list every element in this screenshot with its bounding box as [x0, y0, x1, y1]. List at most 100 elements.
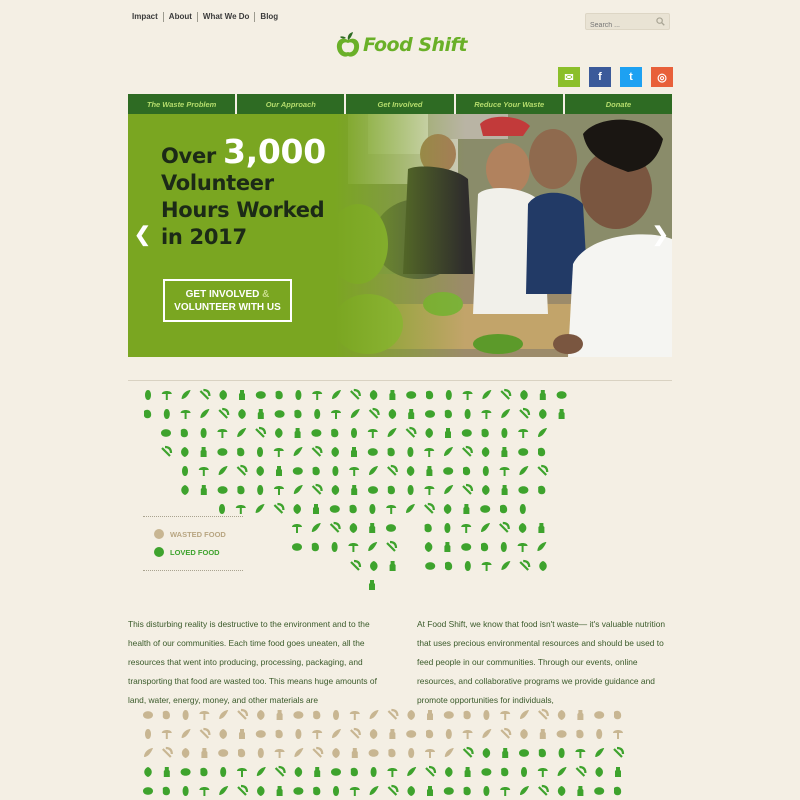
- food-icon: [257, 748, 264, 758]
- food-icon: [537, 768, 548, 777]
- food-icon: [332, 748, 340, 758]
- legend-loved: LOVED FOOD: [154, 547, 243, 557]
- food-icon: [293, 784, 304, 795]
- food-icon: [614, 786, 622, 796]
- food-icon: [257, 710, 265, 720]
- food-icon: [424, 486, 435, 495]
- food-icon: [218, 746, 229, 757]
- food-icon: [424, 502, 435, 514]
- food-icon: [199, 388, 211, 400]
- food-icon: [464, 561, 471, 571]
- food-icon: [331, 410, 341, 419]
- loved-dot-icon: [154, 547, 164, 557]
- food-icon: [595, 748, 605, 757]
- food-icon: [313, 710, 321, 720]
- food-icon: [481, 410, 492, 419]
- food-icon: [387, 428, 397, 437]
- food-icon: [461, 540, 472, 551]
- food-icon: [595, 767, 603, 777]
- food-icon: [276, 786, 283, 796]
- food-icon: [200, 767, 208, 777]
- food-icon: [239, 390, 245, 400]
- food-icon: [275, 390, 283, 400]
- food-icon: [200, 447, 207, 457]
- food-icon: [181, 748, 190, 758]
- food-icon: [163, 409, 170, 419]
- food-icon: [235, 505, 246, 514]
- food-icon: [480, 502, 491, 513]
- food-icon: [557, 767, 567, 776]
- food-icon: [614, 710, 622, 720]
- food-icon: [538, 523, 545, 533]
- food-icon: [499, 467, 510, 476]
- food-icon: [332, 390, 341, 399]
- food-icon: [425, 407, 435, 418]
- food-icon: [311, 426, 322, 437]
- food-icon: [200, 409, 210, 418]
- food-icon: [426, 729, 434, 739]
- food-icon: [481, 428, 489, 438]
- food-icon: [162, 746, 173, 758]
- food-icon: [181, 729, 191, 738]
- food-icon: [236, 464, 248, 476]
- food-icon: [520, 729, 528, 739]
- food-icon: [520, 786, 529, 795]
- food-icon: [519, 559, 531, 571]
- food-icon: [313, 786, 321, 796]
- legend-loved-label: LOVED FOOD: [170, 547, 220, 557]
- food-icon: [483, 786, 490, 796]
- food-icon: [351, 447, 357, 457]
- food-icon: [162, 786, 170, 796]
- food-icon: [162, 710, 170, 720]
- food-icon: [387, 784, 399, 796]
- food-icon: [273, 502, 285, 514]
- food-icon: [367, 429, 378, 438]
- food-icon: [463, 710, 471, 720]
- food-icon: [501, 767, 509, 777]
- food-icon: [519, 746, 529, 757]
- food-icon: [408, 748, 415, 758]
- food-icon: [613, 730, 623, 739]
- food-icon: [255, 727, 266, 738]
- food-icon: [501, 428, 508, 438]
- food-icon: [388, 748, 396, 758]
- food-icon: [518, 445, 529, 456]
- food-icon: [237, 428, 247, 437]
- food-icon: [181, 390, 191, 399]
- food-icon: [370, 561, 378, 571]
- food-icon: [201, 748, 208, 758]
- food-icon: [333, 710, 339, 720]
- food-icon: [274, 765, 286, 777]
- food-icon: [445, 767, 453, 777]
- food-icon: [425, 749, 435, 758]
- food-icon: [144, 748, 153, 757]
- food-icon: [219, 729, 227, 739]
- food-icon: [294, 409, 302, 419]
- food-icon: [311, 542, 319, 552]
- food-icon: [293, 447, 303, 456]
- food-icon: [521, 767, 527, 777]
- food-icon: [274, 749, 285, 758]
- food-icon: [406, 504, 415, 513]
- food-icon: [161, 426, 171, 437]
- food-icon: [386, 540, 398, 552]
- food-icon: [312, 391, 323, 400]
- food-icon: [350, 727, 361, 739]
- food-icon: [445, 561, 453, 571]
- food-icon: [294, 428, 301, 438]
- food-icon: [237, 768, 247, 777]
- infographic-legend: WASTED FOOD LOVED FOOD: [143, 516, 243, 571]
- food-icon: [500, 787, 511, 796]
- food-icon: [256, 767, 266, 776]
- food-icon: [577, 786, 584, 796]
- food-icon: [537, 542, 547, 551]
- food-icon: [350, 409, 360, 418]
- food-icon: [519, 466, 529, 475]
- food-icon: [389, 729, 396, 739]
- food-icon: [331, 428, 339, 438]
- food-icon: [386, 521, 396, 532]
- food-icon: [369, 729, 378, 739]
- food-icon: [181, 447, 189, 457]
- food-icon: [199, 727, 211, 739]
- food-icon: [462, 730, 473, 739]
